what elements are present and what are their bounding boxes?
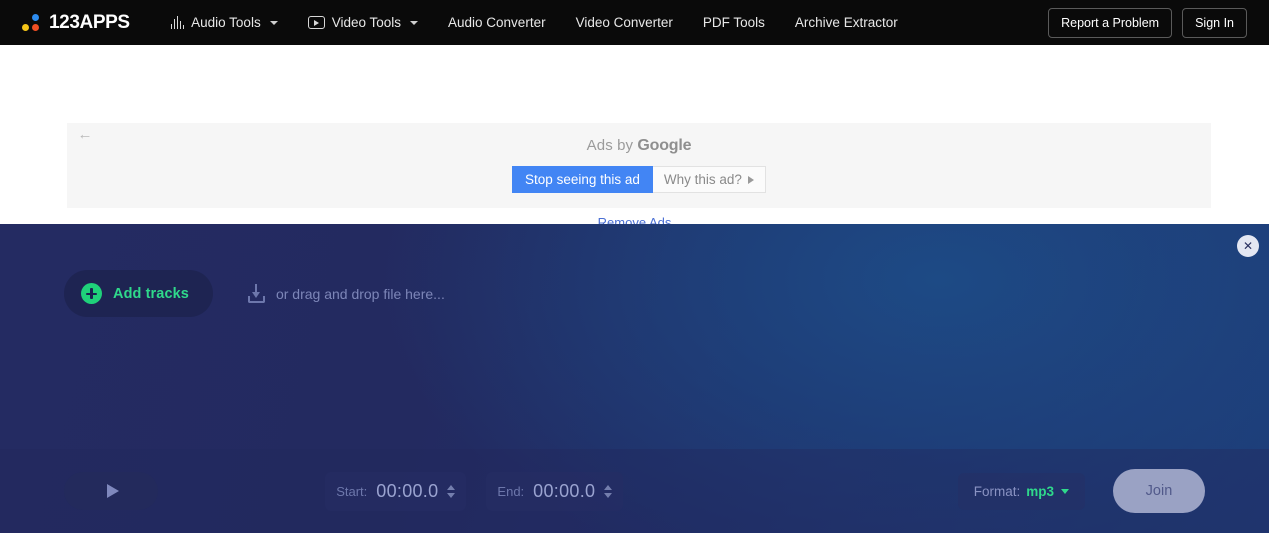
caret-up-icon[interactable]	[604, 485, 612, 490]
drag-drop-hint[interactable]: or drag and drop file here...	[248, 284, 445, 303]
chevron-down-icon	[410, 21, 418, 25]
format-value: mp3	[1026, 484, 1054, 499]
nav-item-audio-converter-label: Audio Converter	[448, 16, 546, 30]
plus-circle-icon	[81, 283, 102, 304]
end-time-label: End:	[497, 484, 524, 499]
top-navbar: 123APPS Audio Tools Video Tools Audio Co…	[0, 0, 1269, 45]
nav-item-audio-tools[interactable]: Audio Tools	[156, 0, 293, 45]
nav-item-audio-converter[interactable]: Audio Converter	[433, 0, 561, 45]
google-brand: Google	[637, 137, 691, 154]
nav-item-pdf-tools[interactable]: PDF Tools	[688, 0, 780, 45]
start-time-label: Start:	[336, 484, 367, 499]
why-this-ad-button[interactable]: Why this ad?	[653, 166, 766, 193]
nav-item-video-converter-label: Video Converter	[576, 16, 673, 30]
nav-item-video-tools[interactable]: Video Tools	[293, 0, 433, 45]
end-time-stepper[interactable]	[604, 485, 612, 498]
nav-links: Audio Tools Video Tools Audio Converter …	[156, 0, 913, 45]
start-time-stepper[interactable]	[447, 485, 455, 498]
add-tracks-button[interactable]: Add tracks	[64, 270, 213, 317]
nav-item-audio-tools-label: Audio Tools	[191, 16, 261, 30]
play-button[interactable]	[64, 472, 158, 510]
ads-by-prefix: Ads by	[587, 137, 638, 154]
caret-down-icon[interactable]	[604, 493, 612, 498]
stop-seeing-this-ad-button[interactable]: Stop seeing this ad	[512, 166, 653, 193]
report-problem-button[interactable]: Report a Problem	[1048, 8, 1172, 38]
ad-section: ← Ads by Google Stop seeing this ad Why …	[0, 45, 1269, 224]
nav-item-video-converter[interactable]: Video Converter	[561, 0, 688, 45]
audio-joiner-panel: ✕ Add tracks or drag and drop file here.…	[0, 224, 1269, 533]
nav-right-actions: Report a Problem Sign In	[1048, 8, 1247, 38]
sign-in-button[interactable]: Sign In	[1182, 8, 1247, 38]
play-icon	[107, 484, 119, 498]
triangle-right-icon	[748, 176, 754, 184]
file-drop-row: Add tracks or drag and drop file here...	[64, 270, 445, 317]
nav-item-archive-extractor[interactable]: Archive Extractor	[780, 0, 913, 45]
drag-drop-text: or drag and drop file here...	[276, 286, 445, 302]
join-button[interactable]: Join	[1113, 469, 1205, 513]
output-actions: Format: mp3 Join	[958, 469, 1205, 513]
chevron-down-icon	[270, 21, 278, 25]
caret-down-icon[interactable]	[447, 493, 455, 498]
nav-item-video-tools-label: Video Tools	[332, 16, 401, 30]
video-play-icon	[308, 16, 325, 29]
playback-control-bar: Start: 00:00.0 End: 00:00.0 Format: mp	[0, 449, 1269, 533]
download-icon	[248, 284, 265, 303]
why-this-ad-label: Why this ad?	[664, 172, 742, 187]
ads-by-google-label: Ads by Google	[67, 137, 1211, 155]
logo-text: 123APPS	[49, 12, 130, 34]
format-select[interactable]: Format: mp3	[958, 473, 1085, 510]
chevron-down-icon	[1061, 489, 1069, 494]
logo-123apps[interactable]: 123APPS	[22, 12, 130, 34]
equalizer-icon	[171, 16, 185, 29]
time-range-group: Start: 00:00.0 End: 00:00.0	[325, 472, 623, 511]
end-time-field[interactable]: End: 00:00.0	[486, 472, 623, 511]
format-label: Format:	[974, 484, 1021, 499]
caret-up-icon[interactable]	[447, 485, 455, 490]
ad-actions: Stop seeing this ad Why this ad?	[67, 166, 1211, 193]
nav-item-archive-extractor-label: Archive Extractor	[795, 16, 898, 30]
close-icon[interactable]: ✕	[1237, 235, 1259, 257]
google-ad-container: ← Ads by Google Stop seeing this ad Why …	[67, 123, 1211, 208]
start-time-value: 00:00.0	[376, 481, 438, 502]
nav-item-pdf-tools-label: PDF Tools	[703, 16, 765, 30]
end-time-value: 00:00.0	[533, 481, 595, 502]
logo-dots-icon	[22, 13, 41, 32]
add-tracks-label: Add tracks	[113, 286, 189, 302]
start-time-field[interactable]: Start: 00:00.0	[325, 472, 466, 511]
